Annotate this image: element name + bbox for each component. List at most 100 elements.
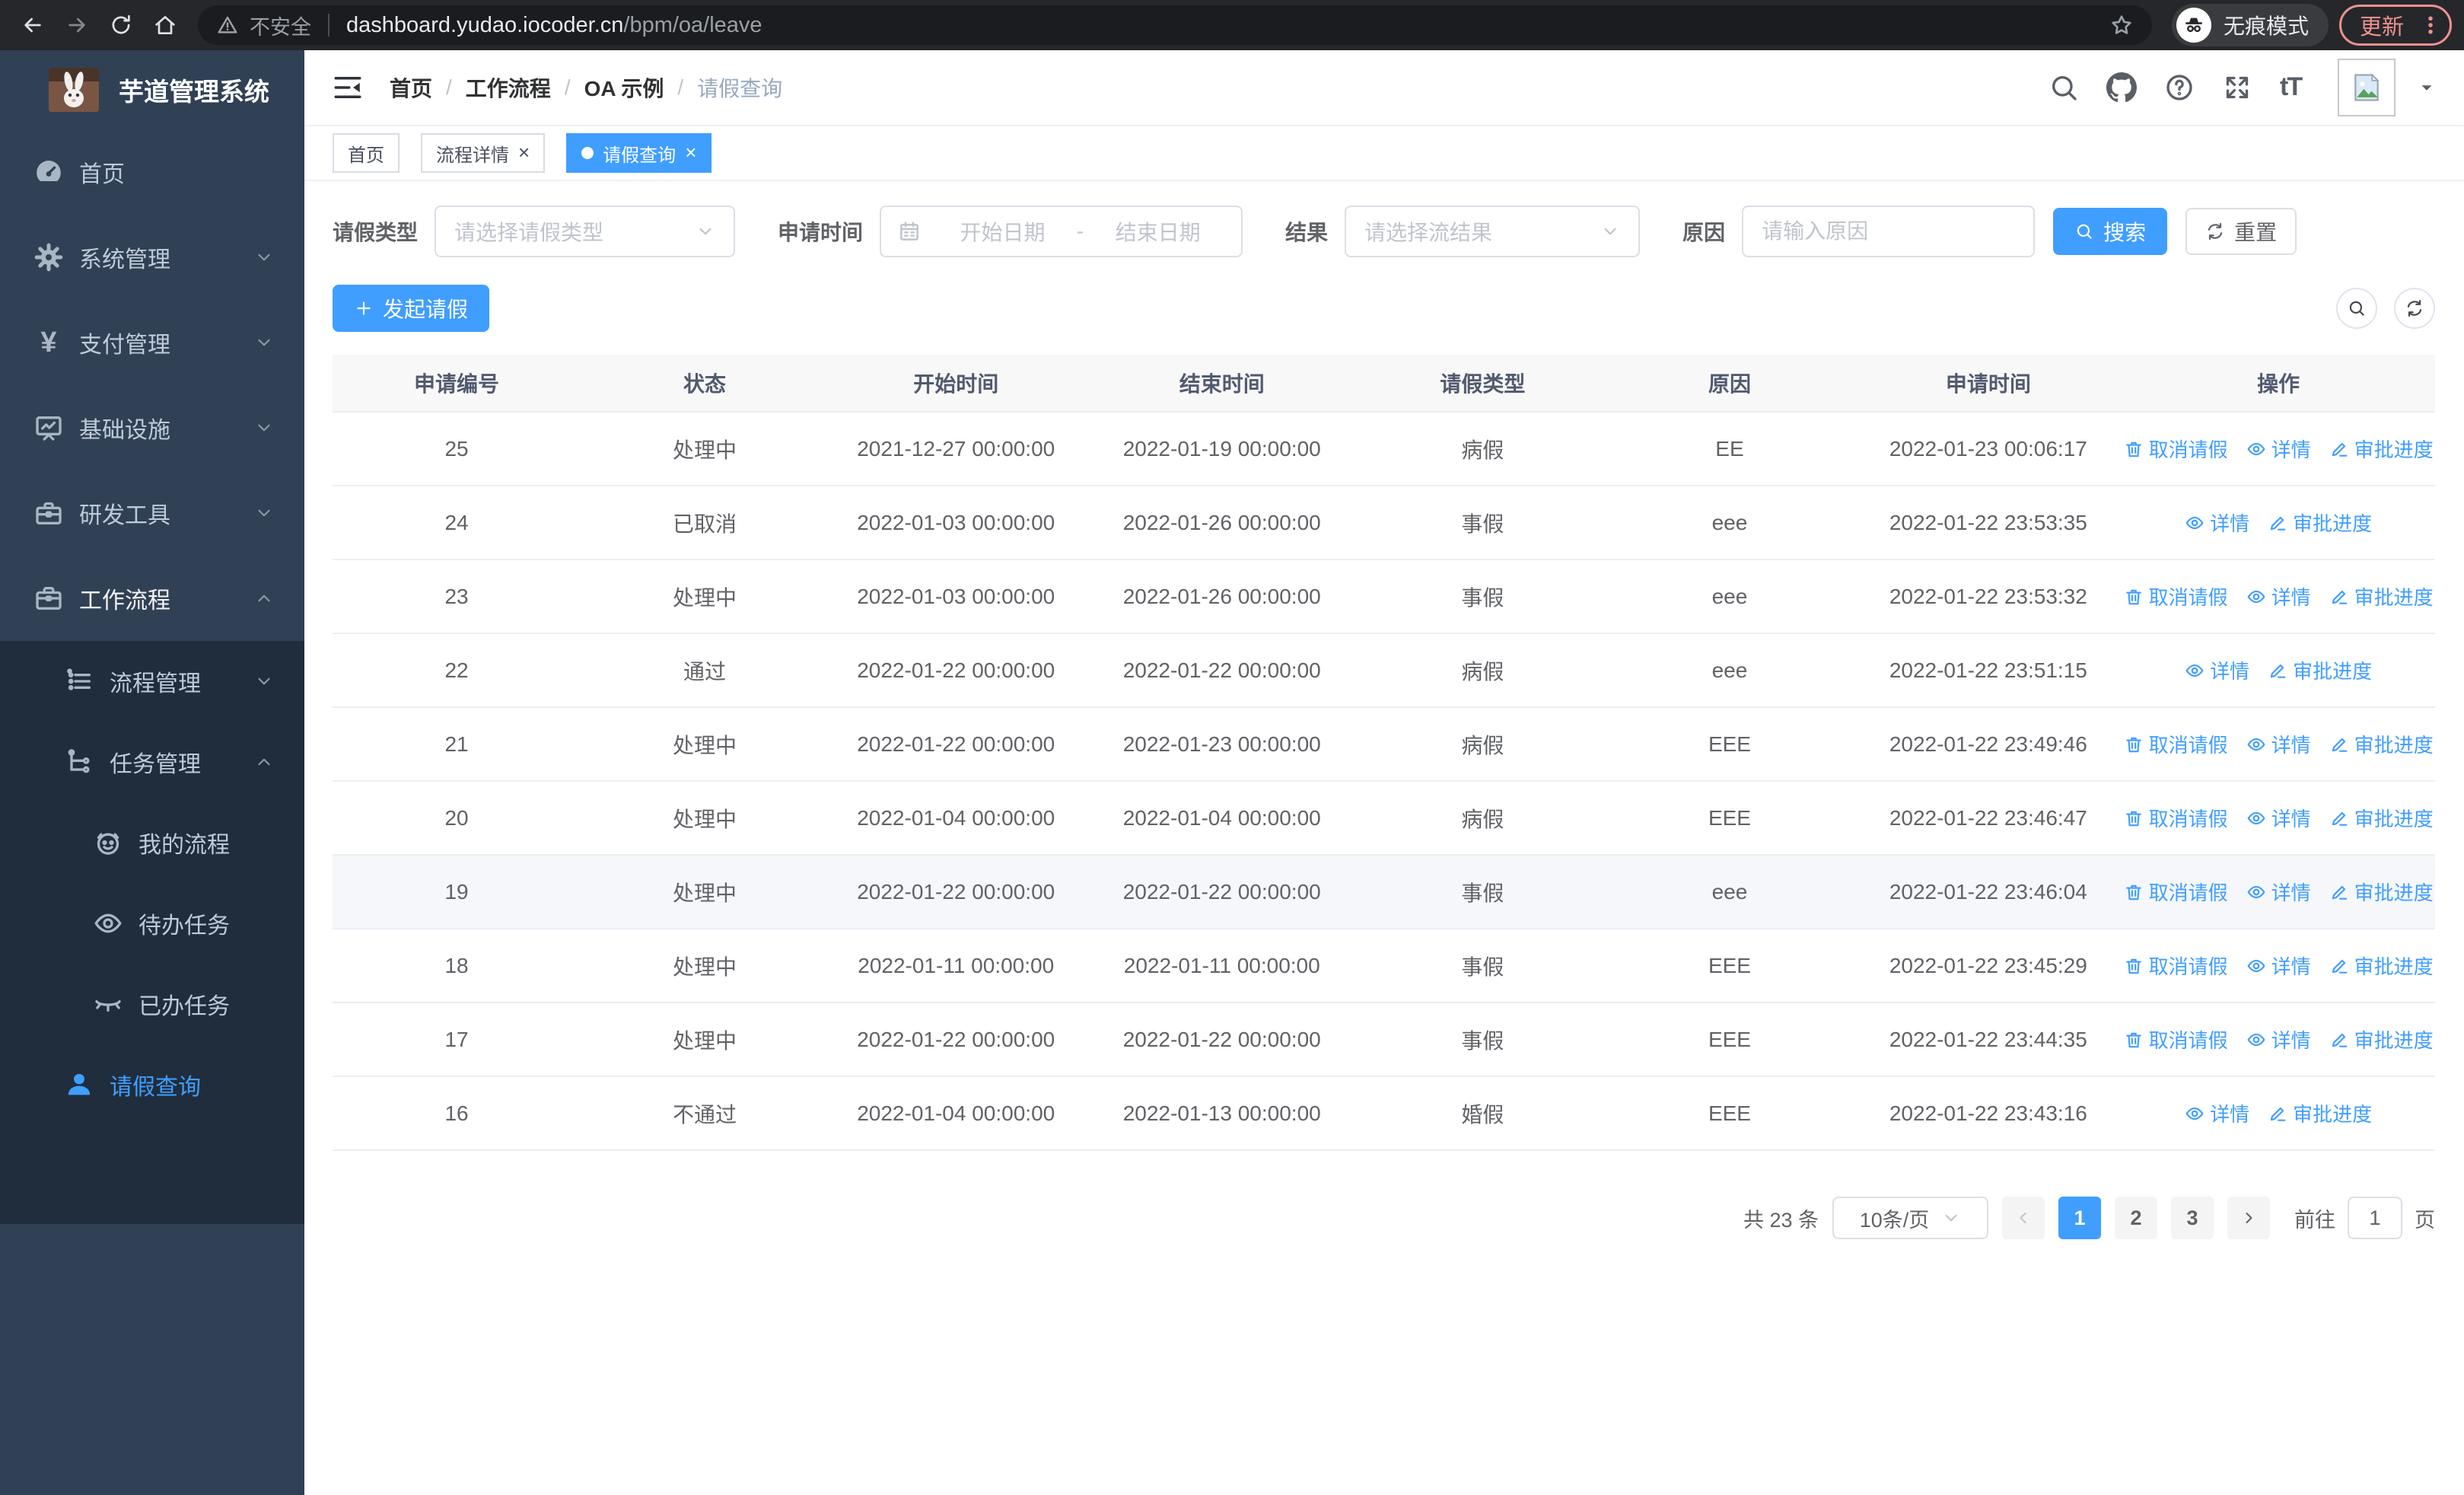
sidebar-item-system[interactable]: 系统管理 [0,215,304,300]
close-icon[interactable] [685,142,696,164]
action-progress-link[interactable]: 审批进度 [2268,508,2372,537]
action-progress-link[interactable]: 审批进度 [2329,878,2434,906]
cell-start-time: 2021-12-27 00:00:00 [857,436,1055,461]
browser-reload-button[interactable] [100,5,142,46]
action-cancel-link[interactable]: 取消请假 [2124,952,2228,980]
breadcrumb-item[interactable]: OA 示例 [584,72,664,103]
action-progress-link[interactable]: 审批进度 [2268,656,2372,684]
cell-apply-time: 2022-01-22 23:45:29 [1889,953,2087,977]
sidebar-item-devtools[interactable]: 研发工具 [0,470,304,556]
action-progress-link[interactable]: 审批进度 [2329,1025,2434,1054]
sidebar-item-process-mgmt[interactable]: 流程管理 [0,641,304,722]
security-label[interactable]: 不安全 [250,11,311,40]
url-text[interactable]: dashboard.yudao.iocoder.cn/bpm/oa/leave [346,13,762,38]
cell-status: 通过 [683,659,727,684]
create-leave-button[interactable]: 发起请假 [333,285,490,332]
url-bar[interactable]: 不安全 dashboard.yudao.iocoder.cn/bpm/oa/le… [198,5,2152,45]
avatar[interactable] [2338,59,2396,116]
page-button-1[interactable]: 1 [2058,1197,2101,1239]
sidebar-item-payment[interactable]: ¥ 支付管理 [0,300,304,385]
search-button[interactable]: 搜索 [2053,208,2168,255]
action-detail-link[interactable]: 详情 [2185,1099,2249,1127]
breadcrumb-item[interactable]: 工作流程 [466,72,551,103]
action-cancel-link[interactable]: 取消请假 [2124,878,2228,906]
action-progress-link[interactable]: 审批进度 [2329,435,2434,463]
fullscreen-icon[interactable] [2222,72,2252,103]
bookmark-star-icon[interactable] [2109,13,2134,37]
browser-forward-button[interactable] [56,5,97,46]
sidebar-item-todo-tasks[interactable]: 待办任务 [0,883,304,964]
action-detail-link[interactable]: 详情 [2185,656,2249,684]
sidebar-item-workflow[interactable]: 工作流程 [0,556,304,641]
column-header: 申请编号 [414,372,500,396]
sidebar-collapse-icon[interactable] [332,72,364,104]
sidebar-item-home[interactable]: 首页 [0,129,304,215]
action-detail-link[interactable]: 详情 [2185,508,2249,537]
breadcrumb-item[interactable]: 首页 [390,72,432,103]
page-button-3[interactable]: 3 [2171,1197,2214,1239]
pen-icon [2332,590,2347,604]
end-date-placeholder[interactable]: 结束日期 [1091,216,1224,247]
sidebar-item-task-mgmt[interactable]: 任务管理 [0,722,304,802]
action-detail-link[interactable]: 详情 [2246,582,2311,610]
reason-input[interactable] [1742,206,2036,257]
create-leave-label: 发起请假 [383,298,469,321]
tab-home[interactable]: 首页 [333,133,400,173]
table-search-toggle-icon[interactable] [2336,288,2377,329]
action-progress-link[interactable]: 审批进度 [2329,952,2434,980]
action-detail-link[interactable]: 详情 [2246,435,2311,463]
action-cancel-link[interactable]: 取消请假 [2124,804,2228,832]
action-cancel-link[interactable]: 取消请假 [2124,1025,2228,1054]
result-label: 结果 [1285,221,1329,244]
help-icon[interactable] [2164,72,2195,103]
action-cancel-link[interactable]: 取消请假 [2124,582,2228,610]
sidebar-item-infra[interactable]: 基础设施 [0,385,304,470]
action-detail-link[interactable]: 详情 [2246,730,2311,758]
next-page-button[interactable] [2227,1197,2270,1239]
browser-update-pill[interactable]: 更新 [2338,5,2452,46]
tab-process-detail[interactable]: 流程详情 [421,133,546,173]
action-detail-link[interactable]: 详情 [2246,878,2311,906]
action-cancel-link[interactable]: 取消请假 [2124,435,2228,463]
prev-page-button[interactable] [2002,1197,2045,1239]
app-logo-row[interactable]: 芋道管理系统 [0,50,304,129]
browser-home-button[interactable] [145,5,186,46]
start-date-placeholder[interactable]: 开始日期 [936,216,1069,247]
font-size-icon[interactable] [2280,72,2310,103]
trash-icon [2125,737,2141,752]
github-icon[interactable] [2106,72,2137,103]
cell-apply-id: 20 [444,805,469,830]
action-progress-link[interactable]: 审批进度 [2329,582,2434,610]
sidebar-item-my-processes[interactable]: 我的流程 [0,802,304,883]
table-refresh-icon[interactable] [2394,288,2435,329]
flow-icon [64,747,94,777]
page-button-2[interactable]: 2 [2115,1197,2157,1239]
result-select[interactable]: 请选择流结果 [1345,206,1641,257]
cell-start-time: 2022-01-22 00:00:00 [857,732,1055,756]
search-icon[interactable] [2049,72,2079,103]
action-progress-link[interactable]: 审批进度 [2268,1099,2372,1127]
action-detail-link[interactable]: 详情 [2246,952,2311,980]
tab-leave-query[interactable]: 请假查询 [566,133,712,173]
action-detail-link[interactable]: 详情 [2246,804,2311,832]
action-progress-link[interactable]: 审批进度 [2329,730,2434,758]
action-detail-link[interactable]: 详情 [2246,1025,2311,1054]
page-size-select[interactable]: 10条/页 [1832,1197,1988,1239]
browser-menu-icon[interactable] [2419,14,2442,37]
apply-time-range-picker[interactable]: 开始日期 - 结束日期 [880,206,1243,257]
goto-page-input[interactable] [2348,1197,2402,1239]
update-label[interactable]: 更新 [2360,9,2404,41]
leave-type-select[interactable]: 请选择请假类型 [435,206,736,257]
close-icon[interactable] [518,142,530,164]
action-cancel-link[interactable]: 取消请假 [2124,730,2228,758]
sidebar-item-done-tasks[interactable]: 已办任务 [0,964,304,1044]
action-progress-link[interactable]: 审批进度 [2329,804,2434,832]
not-secure-icon[interactable] [216,14,239,37]
cell-apply-time: 2022-01-22 23:43:16 [1889,1101,2087,1125]
eye-icon [2185,664,2204,677]
avatar-dropdown-icon[interactable] [2417,78,2437,97]
table-row: 18 处理中 2022-01-11 00:00:00 2022-01-11 00… [333,929,2435,1003]
browser-back-button[interactable] [12,5,53,46]
reset-button[interactable]: 重置 [2185,208,2297,255]
sidebar-item-leave-query[interactable]: 请假查询 [0,1044,304,1125]
